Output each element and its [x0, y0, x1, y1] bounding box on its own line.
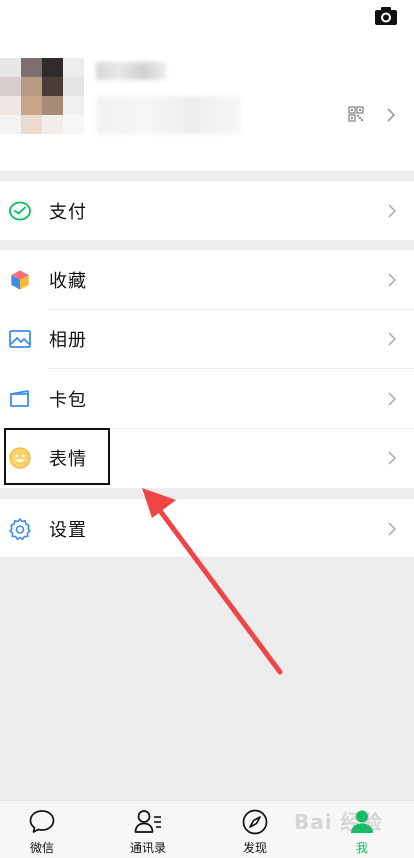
tab-contacts[interactable]: 通讯录: [108, 801, 188, 858]
card-wallet-icon: [10, 389, 29, 407]
chevron-right-icon: [388, 332, 397, 346]
menu-item-pay[interactable]: 支付: [0, 181, 414, 240]
menu-item-label: 卡包: [49, 389, 87, 411]
pay-icon: [9, 201, 31, 220]
tab-discover[interactable]: 发现: [215, 801, 295, 858]
chevron-right-icon: [388, 273, 397, 287]
menu-item-label: 设置: [49, 519, 87, 541]
nickname-blurred: [96, 62, 166, 80]
qr-code-icon[interactable]: [348, 106, 364, 122]
avatar[interactable]: [0, 58, 84, 134]
highlight-box: [4, 428, 110, 485]
menu-item-favorites[interactable]: 收藏: [0, 250, 414, 310]
profile-header[interactable]: [0, 0, 414, 171]
menu-item-cards[interactable]: 卡包: [0, 369, 414, 429]
tab-label: 通讯录: [129, 841, 166, 855]
menu-item-label: 收藏: [49, 270, 87, 292]
chevron-right-icon: [387, 108, 396, 122]
chevron-right-icon: [388, 521, 397, 536]
tab-label: 微信: [29, 841, 54, 855]
menu-item-album[interactable]: 相册: [0, 310, 414, 369]
watermark: Bai 经验: [294, 810, 383, 834]
contacts-icon: [134, 810, 161, 833]
album-icon: [9, 330, 31, 349]
menu-group-pay: 支付: [0, 181, 414, 240]
chevron-right-icon: [388, 203, 397, 218]
chat-bubble-icon: [29, 810, 55, 833]
camera-icon[interactable]: [374, 6, 398, 26]
menu-item-label: 支付: [49, 201, 87, 223]
tab-chats[interactable]: 微信: [2, 801, 82, 858]
chevron-right-icon: [388, 451, 397, 465]
tab-label: 发现: [242, 841, 267, 855]
compass-icon: [242, 809, 268, 835]
menu-item-label: 相册: [49, 330, 87, 352]
favorites-cube-icon: [10, 269, 30, 291]
red-arrow-annotation: [142, 488, 283, 675]
tab-label: 我: [355, 841, 368, 855]
wechat-id-blurred: [96, 96, 242, 134]
chevron-right-icon: [388, 392, 397, 406]
gear-icon: [9, 517, 31, 540]
